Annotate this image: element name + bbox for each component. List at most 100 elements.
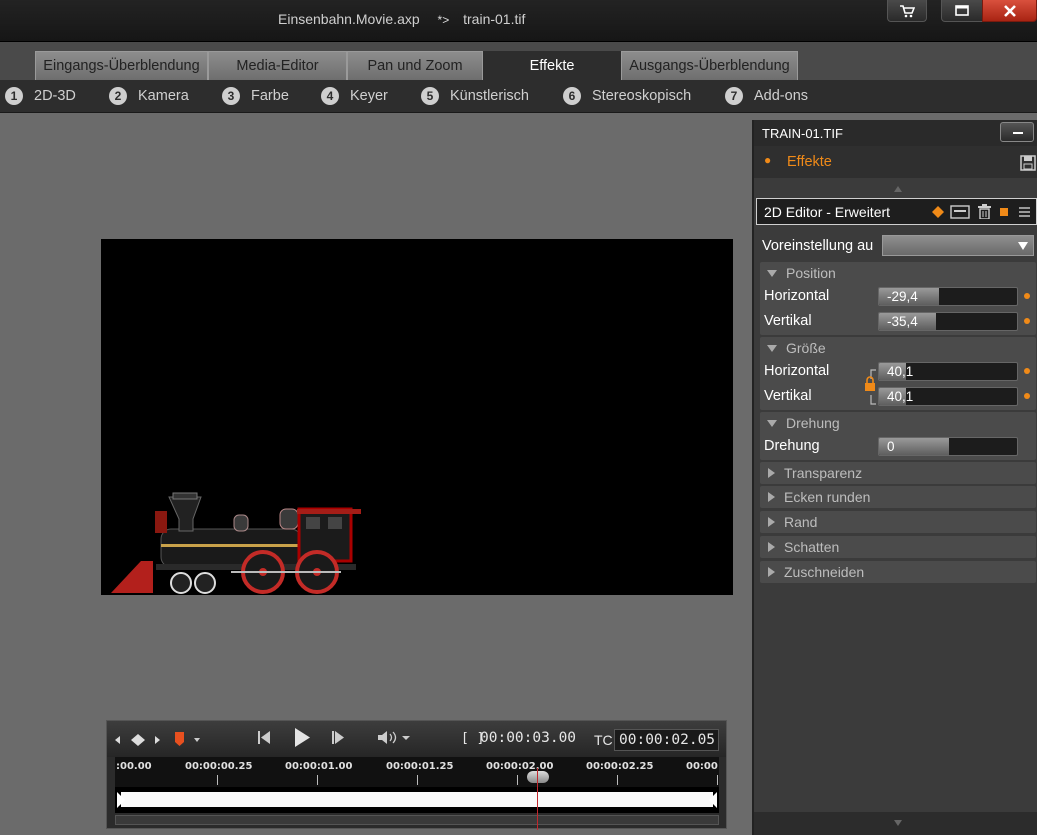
collapse-arrow-icon (767, 344, 777, 352)
section-shadow[interactable]: Schatten (760, 536, 1036, 558)
effects-row: ● Effekte (754, 146, 1037, 178)
tab-ausgangs-ueberblendung[interactable]: Ausgangs-Überblendung (621, 51, 798, 80)
section-title: Transparenz (784, 465, 863, 481)
close-icon (1003, 4, 1016, 17)
tab-eingangs-ueberblendung[interactable]: Eingangs-Überblendung (35, 51, 208, 80)
chevron-down-icon (1018, 242, 1028, 250)
section-header-size[interactable]: Größe (760, 337, 1036, 359)
section-rounded-corners[interactable]: Ecken runden (760, 486, 1036, 508)
clip-bar[interactable] (121, 792, 713, 807)
ruler-label: :00.00 (116, 761, 152, 772)
size-vertical-label: Vertikal (764, 388, 812, 404)
keyframe-nav-icon[interactable] (114, 733, 172, 747)
playhead-handle[interactable] (527, 771, 549, 783)
category-number: 7 (725, 87, 743, 105)
section-title: Drehung (786, 415, 840, 431)
section-size: Größe Horizontal 40,1 Vertikal 40,1 (760, 337, 1036, 410)
locomotive-image (111, 492, 361, 594)
section-transparency[interactable]: Transparenz (760, 462, 1036, 484)
param-row: Vertikal -35,4 (760, 309, 1036, 334)
category-kamera[interactable]: 2 Kamera (109, 87, 189, 105)
position-horizontal-slider[interactable]: -29,4 (878, 287, 1018, 306)
transport-panel: [ ] 00:00:03.00 TC 00:00:02.05 :00.00 00… (106, 720, 727, 830)
trim-out-icon[interactable] (709, 792, 717, 808)
maximize-icon (955, 5, 969, 16)
keyframe-dot[interactable] (1024, 293, 1030, 299)
marker-icon[interactable] (173, 731, 201, 747)
volume-icon[interactable] (377, 730, 411, 745)
category-kuenstlerisch[interactable]: 5 Künstlerisch (421, 87, 529, 105)
keyframe-dot[interactable] (1024, 318, 1030, 324)
duration-value: 00:00:03.00 (480, 730, 577, 746)
category-2d-3d[interactable]: 1 2D-3D (5, 87, 76, 105)
timecode-value: 00:00:02.05 (619, 732, 716, 748)
position-vertical-slider[interactable]: -35,4 (878, 312, 1018, 331)
expand-arrow-icon (768, 542, 775, 552)
size-horizontal-slider[interactable]: 40,1 (878, 362, 1018, 381)
lock-icon[interactable] (864, 368, 878, 406)
preset-icon[interactable] (950, 205, 970, 219)
title-bar: Einsenbahn.Movie.axp *> train-01.tif (0, 0, 1037, 42)
clip-track[interactable] (115, 787, 719, 813)
timecode-field[interactable]: 00:00:02.05 (614, 729, 719, 751)
video-preview[interactable] (101, 239, 733, 595)
cart-button[interactable] (887, 0, 927, 22)
timeline-scrollbar[interactable] (115, 815, 719, 825)
category-keyer[interactable]: 4 Keyer (321, 87, 388, 105)
category-number: 3 (222, 87, 240, 105)
ruler-tick (617, 775, 618, 785)
tab-pan-und-zoom[interactable]: Pan und Zoom (347, 51, 483, 80)
step-forward-icon[interactable] (331, 729, 347, 746)
category-label: Kamera (138, 88, 189, 104)
enable-toggle[interactable] (1000, 208, 1008, 216)
section-header-position[interactable]: Position (760, 262, 1036, 284)
ruler-tick (217, 775, 218, 785)
section-rotation: Drehung Drehung 0 (760, 412, 1036, 460)
preset-row: Voreinstellung au (762, 235, 1037, 257)
category-add-ons[interactable]: 7 Add-ons (725, 87, 808, 105)
keyframe-dot[interactable] (1024, 393, 1030, 399)
tab-media-editor[interactable]: Media-Editor (208, 51, 347, 80)
ruler-tick (317, 775, 318, 785)
size-horizontal-label: Horizontal (764, 363, 830, 379)
size-vertical-slider[interactable]: 40,1 (878, 387, 1018, 406)
category-stereoskopisch[interactable]: 6 Stereoskopisch (563, 87, 691, 105)
step-back-icon[interactable] (257, 729, 273, 746)
timeline-ruler[interactable]: :00.00 00:00:00.25 00:00:01.00 00:00:01.… (115, 757, 719, 787)
param-row: Vertikal 40,1 (760, 384, 1036, 409)
minimize-panel-button[interactable] (1000, 122, 1034, 142)
param-row: Drehung 0 (760, 434, 1036, 459)
category-number: 6 (563, 87, 581, 105)
preset-dropdown[interactable] (882, 235, 1034, 256)
keyframe-icon[interactable] (932, 206, 944, 218)
section-crop[interactable]: Zuschneiden (760, 561, 1036, 583)
category-farbe[interactable]: 3 Farbe (222, 87, 289, 105)
ruler-label: 00:00:00.25 (185, 761, 253, 772)
param-row: Horizontal -29,4 (760, 284, 1036, 309)
rotation-slider[interactable]: 0 (878, 437, 1018, 456)
trim-in-icon[interactable] (117, 792, 125, 808)
scroll-up-icon[interactable] (894, 186, 902, 192)
save-icon[interactable] (1020, 155, 1036, 171)
section-header-rotation[interactable]: Drehung (760, 412, 1036, 434)
section-border[interactable]: Rand (760, 511, 1036, 533)
scroll-down-icon[interactable] (894, 820, 902, 826)
maximize-button[interactable] (941, 0, 983, 22)
section-title: Schatten (784, 539, 840, 555)
playhead-line (537, 768, 538, 830)
category-label: Farbe (251, 88, 289, 104)
category-number: 2 (109, 87, 127, 105)
close-button[interactable] (982, 0, 1037, 22)
effect-header[interactable]: 2D Editor - Erweitert (756, 198, 1037, 225)
effects-bullet-icon: ● (764, 153, 772, 167)
tab-effekte[interactable]: Effekte (483, 51, 621, 80)
play-icon[interactable] (293, 727, 311, 748)
menu-icon[interactable] (1019, 207, 1030, 217)
rotation-label: Drehung (764, 438, 820, 454)
section-title: Zuschneiden (784, 564, 865, 580)
project-name: Einsenbahn.Movie.axp (278, 11, 420, 27)
effect-title: 2D Editor - Erweitert (764, 204, 891, 220)
size-vertical-value: 40,1 (887, 389, 914, 404)
trash-icon[interactable] (978, 204, 991, 219)
keyframe-dot[interactable] (1024, 368, 1030, 374)
